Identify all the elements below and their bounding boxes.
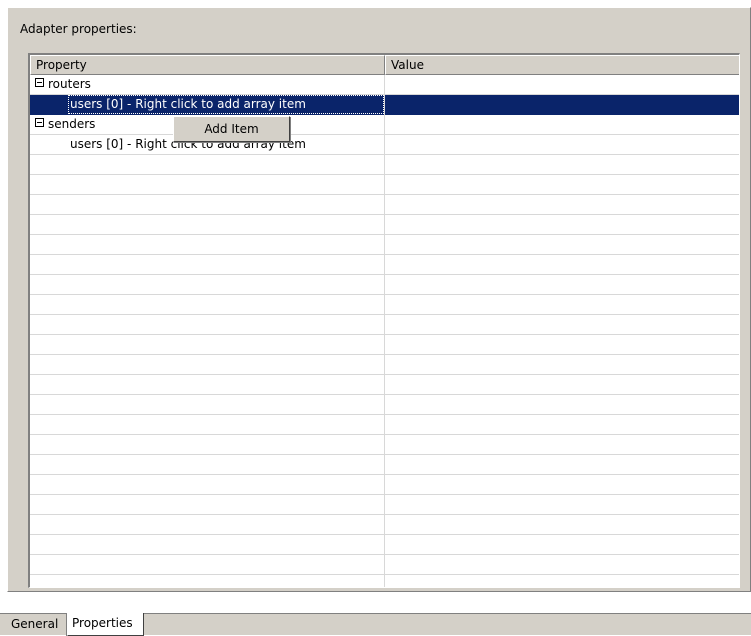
menu-item-add-item[interactable]: Add Item xyxy=(176,119,287,139)
table-row-routers-users[interactable]: users [0] - Right click to add array ite… xyxy=(30,95,739,115)
section-label: Adapter properties: xyxy=(20,22,137,36)
table-body: routers users [0] - Right click to add a… xyxy=(30,75,739,587)
tree-collapse-minus-icon[interactable] xyxy=(35,118,44,127)
tab-general[interactable]: General xyxy=(7,614,67,636)
row-label: senders xyxy=(48,117,96,131)
context-menu: Add Item xyxy=(173,116,290,142)
tree-collapse-minus-icon[interactable] xyxy=(35,78,44,87)
properties-table[interactable]: Property Value routers users [0] - Right… xyxy=(28,53,740,588)
column-header-property[interactable]: Property xyxy=(30,55,385,75)
table-row-senders-users[interactable]: users [0] - Right click to add array ite… xyxy=(30,135,739,155)
focus-rectangle xyxy=(68,95,384,114)
table-row-senders[interactable]: senders xyxy=(30,115,739,135)
column-header-value[interactable]: Value xyxy=(385,55,739,75)
tab-properties[interactable]: Properties xyxy=(67,613,144,636)
bottom-tab-bar: General Properties xyxy=(0,613,751,636)
table-row-routers[interactable]: routers xyxy=(30,75,739,95)
row-label: routers xyxy=(48,77,91,91)
column-divider xyxy=(384,75,385,587)
table-header: Property Value xyxy=(30,55,739,75)
